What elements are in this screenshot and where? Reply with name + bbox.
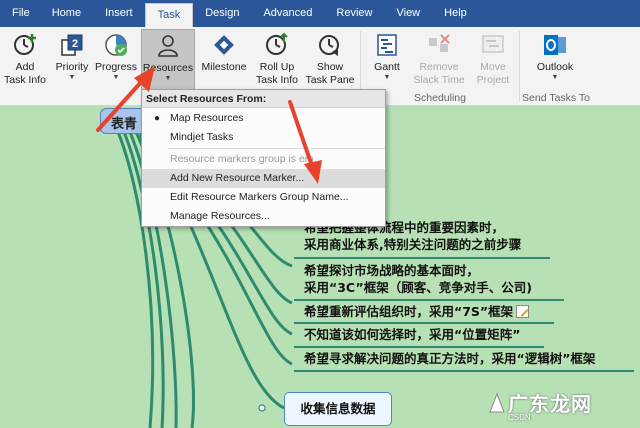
menu-item-label: Resource markers group is em	[170, 153, 314, 165]
watermark-logo-icon	[489, 392, 505, 413]
watermark-subtext: CSDN	[508, 413, 531, 422]
menu-item-map-resources[interactable]: ● Map Resources	[142, 109, 385, 128]
svg-text:2: 2	[72, 38, 78, 50]
tab-help[interactable]: Help	[432, 0, 479, 27]
menu-item-mindjet-tasks[interactable]: Mindjet Tasks	[142, 128, 385, 147]
resources-button[interactable]: Resources ▼	[141, 29, 195, 91]
collect-info-topic[interactable]: 收集信息数据	[284, 392, 392, 426]
tab-review[interactable]: Review	[324, 0, 384, 27]
outlook-label: Outlook	[536, 61, 574, 73]
person-icon	[158, 35, 178, 57]
subtopic-5[interactable]: 希望寻求解决问题的真正方法时，采用“逻辑树”框架	[304, 350, 595, 368]
tab-design[interactable]: Design	[193, 0, 251, 27]
show-task-pane-label-2: Task Pane	[305, 74, 355, 86]
ribbon-tab-bar: File Home Insert Task Design Advanced Re…	[0, 0, 640, 27]
menu-item-resource-markers-empty: Resource markers group is em	[142, 150, 385, 169]
outlook-dropdown-caret: ▼	[551, 74, 559, 81]
move-project-icon	[482, 35, 504, 53]
progress-label: Progress	[94, 61, 137, 73]
remove-slack-time-button[interactable]: Remove Slack Time	[410, 29, 468, 91]
selected-bullet-icon: ●	[154, 113, 161, 124]
menu-separator	[168, 148, 385, 149]
subtopic-underline	[294, 322, 554, 324]
move-project-button[interactable]: Move Project	[470, 29, 516, 91]
ribbon-separator	[519, 31, 520, 101]
roll-up-label-1: Roll Up	[259, 61, 295, 73]
menu-item-label: Edit Resource Markers Group Name...	[170, 191, 349, 203]
subtopic-underline	[294, 370, 634, 372]
show-task-pane-button[interactable]: Show Task Pane	[304, 29, 356, 91]
branch-collapse-handle	[258, 404, 266, 412]
priority-button[interactable]: 2 Priority ▼	[52, 29, 92, 91]
priority-label: Priority	[55, 61, 89, 73]
show-task-pane-icon	[319, 35, 339, 56]
menu-item-add-new-resource-marker[interactable]: Add New Resource Marker...	[142, 169, 385, 188]
roll-up-task-info-button[interactable]: Roll Up Task Info	[254, 29, 300, 91]
progress-icon	[105, 34, 127, 56]
add-task-info-label-2: Task Info	[3, 74, 47, 86]
resources-dropdown-menu: Select Resources From: ● Map Resources M…	[141, 89, 386, 227]
tab-home[interactable]: Home	[40, 0, 93, 27]
tab-insert[interactable]: Insert	[93, 0, 145, 27]
roll-up-icon	[266, 32, 288, 55]
dropdown-header: Select Resources From:	[142, 90, 385, 108]
priority-icon: 2	[61, 34, 83, 56]
subtopic-2-line-1[interactable]: 希望探讨市场战略的基本面时，	[304, 262, 479, 280]
subtopic-2-line-2[interactable]: 采用“3C”框架（顾客、竞争对手、公司)	[304, 279, 532, 297]
progress-dropdown-caret: ▼	[112, 74, 120, 81]
priority-dropdown-caret: ▼	[68, 74, 76, 81]
show-task-pane-label-1: Show	[316, 61, 344, 73]
milestone-label: Milestone	[201, 61, 247, 73]
milestone-button[interactable]: Milestone	[198, 29, 250, 91]
menu-item-label: Map Resources	[170, 112, 244, 124]
tab-view[interactable]: View	[384, 0, 432, 27]
outlook-button[interactable]: Outlook ▼	[530, 29, 580, 91]
add-task-info-icon	[14, 34, 36, 55]
menu-item-label: Add New Resource Marker...	[170, 172, 305, 184]
milestone-icon	[214, 35, 234, 55]
watermark: 广东龙网 CSDN	[488, 384, 636, 424]
gantt-icon	[377, 34, 397, 56]
subtopic-3-text: 希望重新评估组织时，采用“7S”框架	[304, 304, 514, 319]
gantt-button[interactable]: Gantt ▼	[366, 29, 408, 91]
subtopic-4[interactable]: 不知道该如何选择时，采用“位置矩阵”	[304, 326, 520, 344]
move-project-label-2: Project	[476, 74, 510, 86]
menu-item-edit-resource-markers-group-name[interactable]: Edit Resource Markers Group Name...	[142, 188, 385, 207]
group-label-send-tasks-to: Send Tasks To	[522, 92, 590, 104]
menu-item-label: Manage Resources...	[170, 210, 270, 222]
note-icon[interactable]	[516, 305, 530, 318]
remove-slack-icon	[429, 34, 450, 52]
progress-button[interactable]: Progress ▼	[94, 29, 138, 91]
resources-dropdown-caret: ▼	[164, 75, 172, 82]
gantt-dropdown-caret: ▼	[383, 74, 391, 81]
subtopic-1-line-2[interactable]: 采用商业体系,特别关注问题的之前步骤	[304, 236, 521, 254]
add-task-info-button[interactable]: Add Task Info	[2, 29, 48, 91]
tab-file[interactable]: File	[0, 0, 40, 27]
subtopic-underline	[294, 299, 564, 301]
outlook-icon	[544, 35, 566, 55]
group-label-scheduling: Scheduling	[414, 92, 466, 104]
tab-advanced[interactable]: Advanced	[251, 0, 324, 27]
subtopic-underline	[294, 346, 544, 348]
move-project-label-1: Move	[480, 61, 506, 73]
subtopic-3[interactable]: 希望重新评估组织时，采用“7S”框架	[304, 303, 530, 321]
add-task-info-label-1: Add	[15, 61, 35, 73]
menu-item-manage-resources[interactable]: Manage Resources...	[142, 207, 385, 226]
remove-slack-label-1: Remove	[419, 61, 459, 73]
menu-item-label: Mindjet Tasks	[170, 131, 234, 143]
tab-task[interactable]: Task	[144, 3, 194, 27]
subtopic-underline	[294, 257, 550, 259]
roll-up-label-2: Task Info	[255, 74, 299, 86]
gantt-label: Gantt	[374, 61, 400, 73]
remove-slack-label-2: Slack Time	[413, 74, 465, 86]
resources-label: Resources	[142, 62, 194, 74]
